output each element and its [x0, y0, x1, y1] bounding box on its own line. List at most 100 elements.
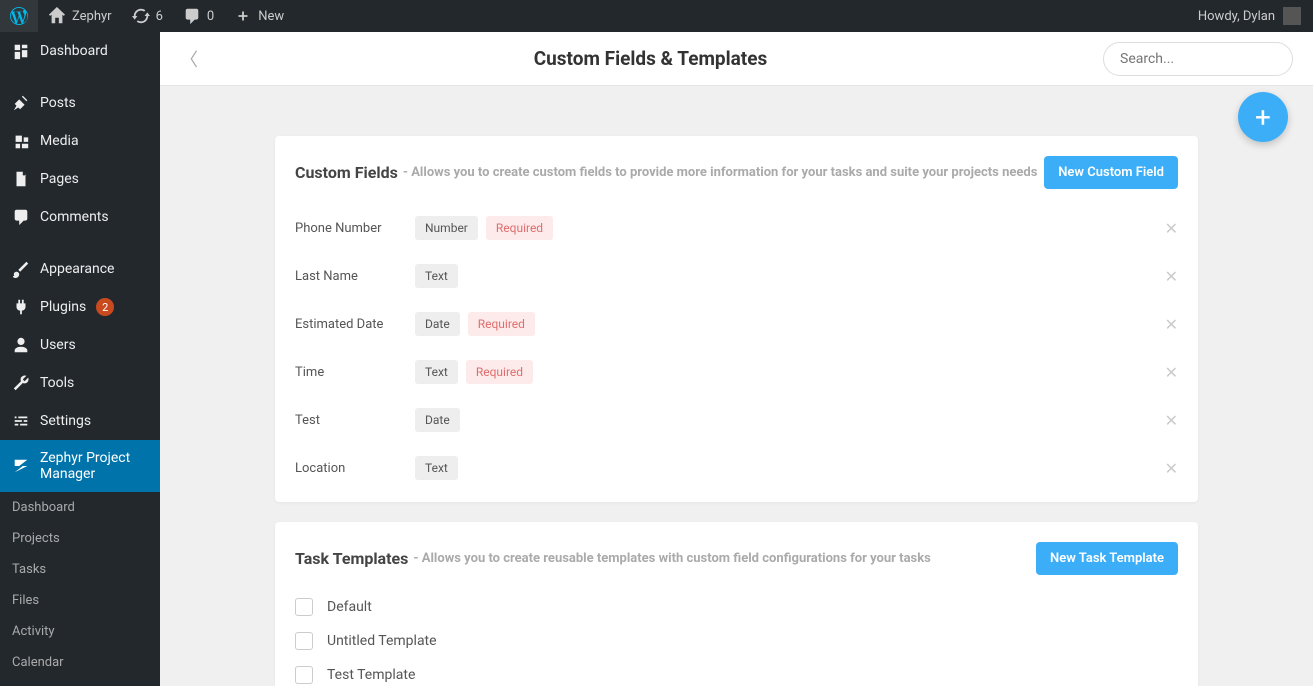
- field-type-tag: Text: [415, 456, 458, 480]
- howdy-text: Howdy, Dylan: [1198, 9, 1275, 24]
- comments-count: 0: [207, 9, 214, 24]
- delete-field-button[interactable]: ✕: [1165, 315, 1178, 334]
- card-title: Custom Fields: [295, 163, 398, 182]
- delete-field-button[interactable]: ✕: [1165, 363, 1178, 382]
- comments-link[interactable]: 0: [173, 0, 224, 32]
- field-name: Estimated Date: [295, 317, 415, 332]
- user-icon: [12, 336, 30, 354]
- field-name: Test: [295, 413, 415, 428]
- delete-field-button[interactable]: ✕: [1165, 459, 1178, 478]
- wp-logo[interactable]: [0, 0, 38, 32]
- sub-projects[interactable]: Projects: [0, 523, 160, 554]
- template-name: Untitled Template: [327, 633, 437, 649]
- custom-field-row[interactable]: TimeTextRequired✕: [295, 348, 1178, 396]
- sidebar-item-dashboard[interactable]: Dashboard: [0, 32, 160, 70]
- admin-bar: Zephyr 6 0 New Howdy, Dylan: [0, 0, 1313, 32]
- templates-card: Task Templates - Allows you to create re…: [275, 522, 1198, 686]
- sidebar-label: Dashboard: [40, 43, 108, 59]
- sidebar-label: Tools: [40, 375, 74, 391]
- sidebar-item-zephyr[interactable]: Zephyr Project Manager: [0, 440, 160, 492]
- sidebar-item-users[interactable]: Users: [0, 326, 160, 364]
- sidebar-item-plugins[interactable]: Plugins 2: [0, 288, 160, 326]
- sidebar-item-settings[interactable]: Settings: [0, 402, 160, 440]
- template-row[interactable]: Test Template: [295, 658, 1178, 686]
- template-name: Default: [327, 599, 372, 615]
- template-checkbox[interactable]: [295, 666, 313, 684]
- avatar: [1283, 7, 1301, 25]
- template-checkbox[interactable]: [295, 598, 313, 616]
- sub-files[interactable]: Files: [0, 585, 160, 616]
- template-checkbox[interactable]: [295, 632, 313, 650]
- wrench-icon: [12, 374, 30, 392]
- custom-field-row[interactable]: Estimated DateDateRequired✕: [295, 300, 1178, 348]
- page-icon: [12, 170, 30, 188]
- pin-icon: [12, 94, 30, 112]
- home-icon: [48, 7, 66, 25]
- template-row[interactable]: Default: [295, 590, 1178, 624]
- card-desc: - Allows you to create custom fields to …: [403, 165, 1038, 180]
- field-type-tag: Text: [415, 264, 458, 288]
- custom-field-row[interactable]: LocationText✕: [295, 444, 1178, 492]
- plugins-badge: 2: [96, 298, 114, 316]
- delete-field-button[interactable]: ✕: [1165, 411, 1178, 430]
- updates-link[interactable]: 6: [122, 0, 173, 32]
- field-type-tag: Text: [415, 360, 458, 384]
- field-type-tag: Date: [415, 312, 460, 336]
- sidebar-item-pages[interactable]: Pages: [0, 160, 160, 198]
- media-icon: [12, 132, 30, 150]
- admin-bar-right[interactable]: Howdy, Dylan: [1198, 7, 1313, 25]
- site-link[interactable]: Zephyr: [38, 0, 122, 32]
- custom-field-row[interactable]: TestDate ✕: [295, 396, 1178, 444]
- sidebar-label: Media: [40, 133, 79, 149]
- back-button[interactable]: 〈: [180, 46, 198, 72]
- template-name: Test Template: [327, 667, 415, 683]
- sidebar-label: Comments: [40, 209, 109, 225]
- sidebar-item-appearance[interactable]: Appearance: [0, 250, 160, 288]
- field-type-tag: Date: [415, 408, 460, 432]
- sidebar-item-posts[interactable]: Posts: [0, 84, 160, 122]
- field-name: Phone Number: [295, 221, 415, 236]
- wordpress-icon: [10, 7, 28, 25]
- sidebar-label: Plugins: [40, 299, 86, 315]
- sidebar-label: Zephyr Project Manager: [40, 450, 148, 482]
- sidebar-item-media[interactable]: Media: [0, 122, 160, 160]
- custom-field-row[interactable]: Phone NumberNumberRequired✕: [295, 204, 1178, 252]
- plug-icon: [12, 298, 30, 316]
- refresh-icon: [132, 7, 150, 25]
- comment-icon: [12, 208, 30, 226]
- sidebar-label: Users: [40, 337, 76, 353]
- search-input[interactable]: [1103, 42, 1293, 76]
- sidebar-item-comments[interactable]: Comments: [0, 198, 160, 236]
- sliders-icon: [12, 412, 30, 430]
- topbar: 〈 Custom Fields & Templates: [160, 32, 1313, 86]
- site-name: Zephyr: [72, 9, 112, 24]
- plus-icon: [234, 7, 252, 25]
- admin-bar-left: Zephyr 6 0 New: [0, 0, 294, 32]
- field-name: Time: [295, 365, 415, 380]
- fab-add-button[interactable]: +: [1238, 92, 1288, 142]
- sub-dashboard[interactable]: Dashboard: [0, 492, 160, 523]
- sub-activity[interactable]: Activity: [0, 616, 160, 647]
- sidebar-item-tools[interactable]: Tools: [0, 364, 160, 402]
- comment-icon: [183, 7, 201, 25]
- sidebar-label: Appearance: [40, 261, 114, 277]
- sidebar-label: Pages: [40, 171, 79, 187]
- custom-field-row[interactable]: Last NameText ✕: [295, 252, 1178, 300]
- custom-fields-card: Custom Fields - Allows you to create cus…: [275, 136, 1198, 502]
- sub-calendar[interactable]: Calendar: [0, 647, 160, 678]
- field-name: Last Name: [295, 269, 415, 284]
- new-task-template-button[interactable]: New Task Template: [1036, 542, 1178, 575]
- zephyr-icon: [12, 457, 30, 475]
- delete-field-button[interactable]: ✕: [1165, 267, 1178, 286]
- card-title: Task Templates: [295, 549, 408, 568]
- field-type-tag: Number: [415, 216, 478, 240]
- card-desc: - Allows you to create reusable template…: [413, 551, 930, 566]
- delete-field-button[interactable]: ✕: [1165, 219, 1178, 238]
- new-label: New: [258, 9, 284, 24]
- sub-tasks[interactable]: Tasks: [0, 554, 160, 585]
- template-row[interactable]: Untitled Template: [295, 624, 1178, 658]
- sub-categories[interactable]: Categories: [0, 678, 160, 686]
- new-custom-field-button[interactable]: New Custom Field: [1044, 156, 1178, 189]
- main-content: 〈 Custom Fields & Templates + Custom Fie…: [160, 32, 1313, 686]
- new-link[interactable]: New: [224, 0, 294, 32]
